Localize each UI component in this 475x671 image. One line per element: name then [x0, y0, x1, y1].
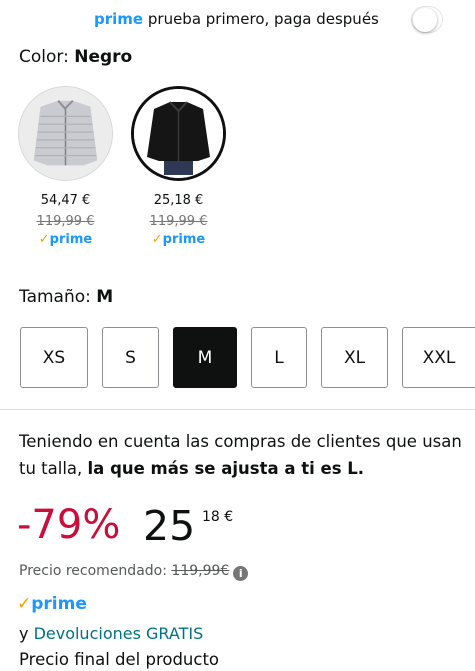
- prime-check-icon: ✓: [151, 232, 163, 247]
- size-fit-recommendation: Teniendo en cuenta las compras de client…: [19, 428, 464, 482]
- swatch-prime-gray: ✓prime: [18, 232, 113, 247]
- prime-badge-text: prime: [31, 594, 87, 614]
- prime-badge: ✓prime: [17, 594, 87, 614]
- swatch-prime-text-black: prime: [162, 232, 206, 247]
- prime-try-toggle[interactable]: [411, 6, 443, 33]
- price-currency: €: [224, 509, 234, 525]
- size-label: Tamaño: M: [19, 287, 113, 307]
- final-price-label: Precio final del producto: [19, 650, 220, 669]
- recommended-price-value: 119,99€: [171, 563, 230, 579]
- info-icon[interactable]: i: [233, 566, 249, 581]
- prime-banner-message: prueba primero, paga después: [147, 10, 379, 28]
- size-option-xxl[interactable]: XXL: [402, 327, 475, 388]
- swatch-prime-text-gray: prime: [49, 232, 93, 247]
- free-returns-link[interactable]: Devoluciones GRATIS: [34, 624, 204, 643]
- prime-check-icon: ✓: [38, 232, 50, 247]
- swatch-price-gray: 54,47 €: [40, 193, 91, 208]
- color-swatch-gray[interactable]: [18, 86, 113, 181]
- size-selected-value: M: [96, 287, 114, 307]
- toggle-knob: [413, 8, 437, 32]
- color-label: Color: Negro: [19, 47, 132, 67]
- color-label-text: Color:: [19, 47, 69, 67]
- swatch-prime-black: ✓prime: [131, 232, 226, 247]
- swatch-price-black: 25,18 €: [153, 193, 204, 208]
- price-whole: 25: [143, 502, 196, 550]
- price-fraction: 18: [202, 509, 220, 525]
- black-jacket-image: [134, 89, 223, 178]
- size-option-m[interactable]: M: [173, 327, 237, 388]
- size-label-text: Tamaño:: [19, 287, 91, 307]
- size-option-xs[interactable]: XS: [20, 327, 88, 388]
- size-option-xl[interactable]: XL: [321, 327, 388, 388]
- prime-try-first-banner: prime prueba primero, paga después: [0, 0, 475, 40]
- prime-banner-brand: prime: [94, 10, 144, 28]
- color-selected-value: Negro: [74, 47, 133, 67]
- recommended-price-label: Precio recomendado:: [19, 563, 167, 579]
- size-option-s[interactable]: S: [102, 327, 159, 388]
- color-swatch-black[interactable]: [131, 86, 226, 181]
- free-returns: y Devoluciones GRATIS: [19, 624, 203, 643]
- returns-prefix: y: [19, 624, 29, 643]
- gray-jacket-image: [19, 87, 112, 180]
- section-divider: [0, 409, 475, 410]
- swatch-old-price-gray: 119,99 €: [36, 214, 95, 229]
- swatch-old-price-black: 119,99 €: [149, 214, 208, 229]
- price-fraction-currency: 18 €: [202, 509, 233, 525]
- discount-percentage: -79%: [17, 502, 121, 548]
- recommended-price: Precio recomendado: 119,99€ i: [19, 563, 249, 581]
- size-option-l[interactable]: L: [251, 327, 307, 388]
- prime-banner-text: prime prueba primero, paga después: [94, 10, 379, 28]
- fit-text-bold: la que más se ajusta a ti es L.: [87, 459, 365, 478]
- prime-check-icon: ✓: [17, 594, 32, 614]
